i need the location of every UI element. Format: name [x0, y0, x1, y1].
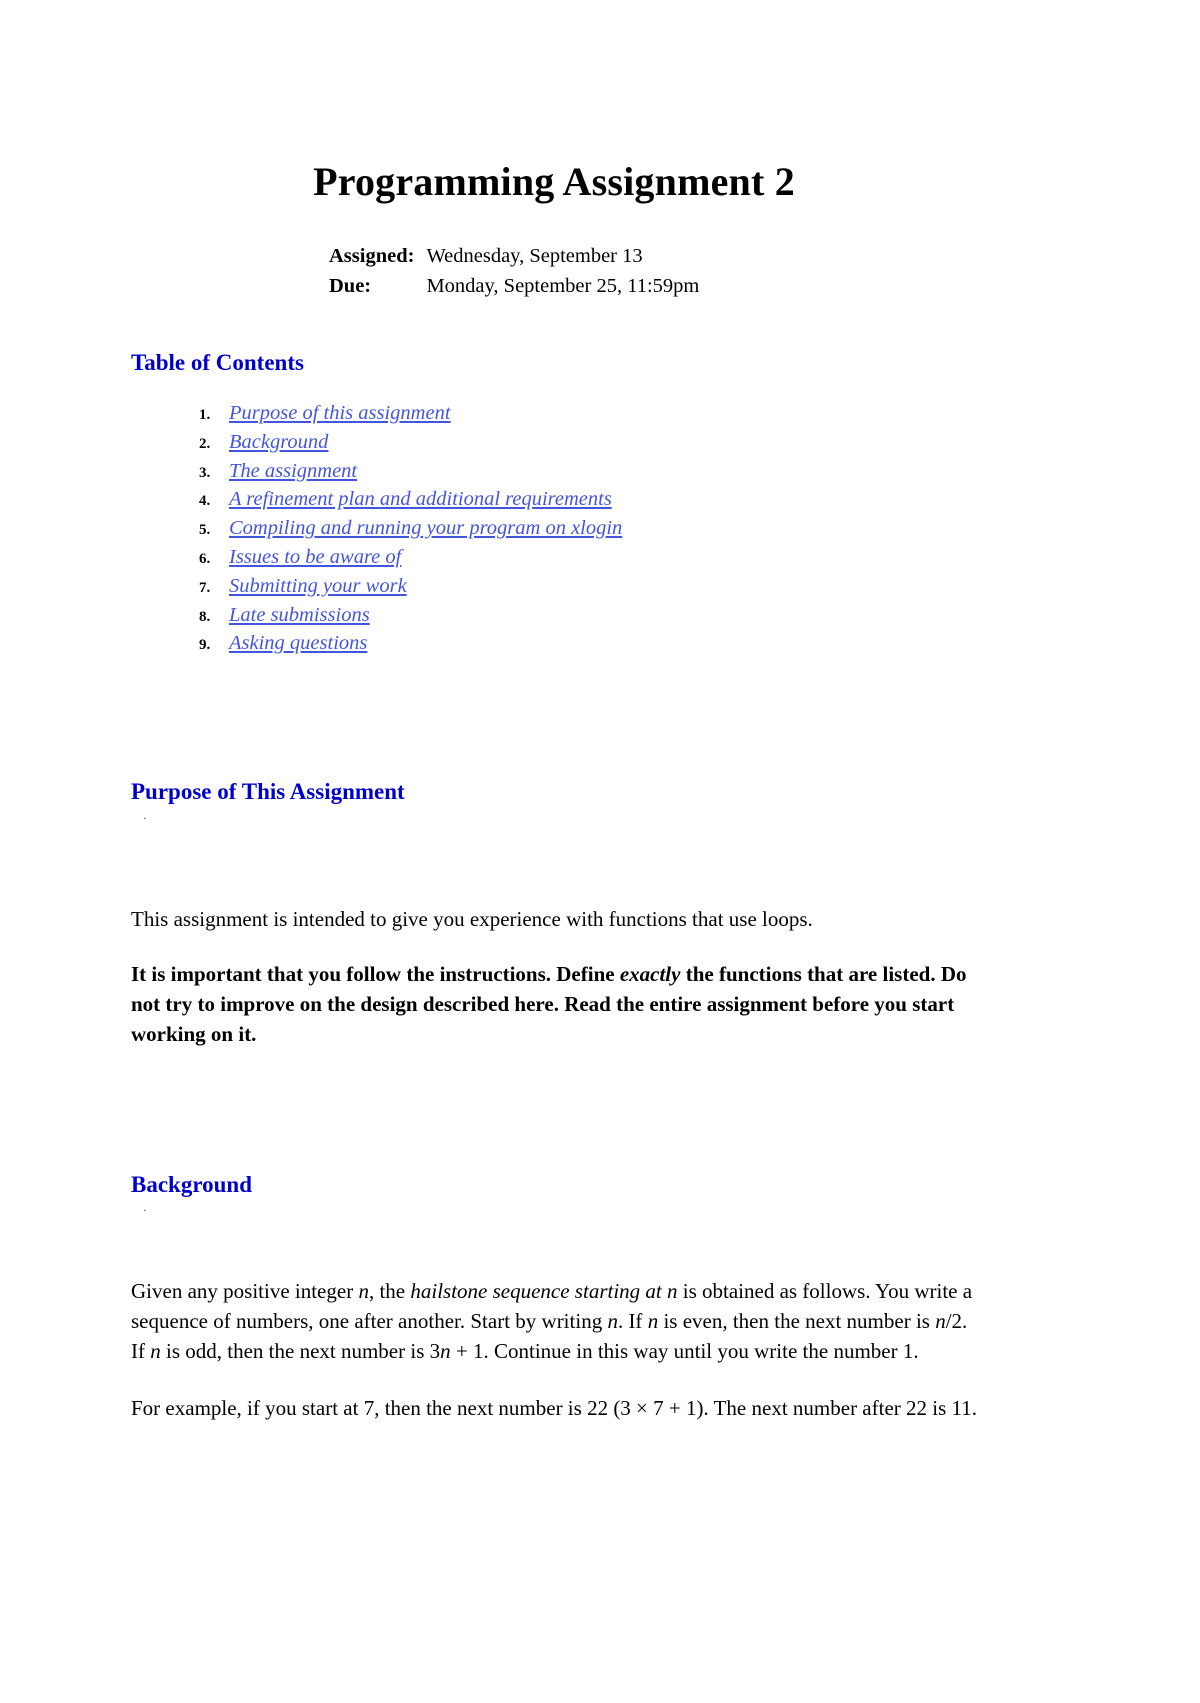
meta-row-assigned: Assigned: Wednesday, September 13	[329, 242, 699, 272]
bg-var-n-5: n	[150, 1339, 161, 1364]
toc-item: Late submissions	[199, 601, 977, 632]
toc-item: Submitting your work	[199, 572, 977, 603]
toc-link-background[interactable]: Background	[229, 431, 328, 453]
bg-var-n-6: n	[440, 1339, 451, 1364]
toc-item: Purpose of this assignment	[199, 399, 977, 430]
toc-item: A refinement plan and additional require…	[199, 485, 977, 516]
bg-seg-5: is even, then the next number is	[658, 1309, 936, 1334]
background-anchor-mark: ·	[143, 1205, 147, 1218]
toc-item: Background	[199, 428, 977, 459]
page-title: Programming Assignment 2	[313, 159, 795, 204]
bg-italic-hailstone: hailstone sequence starting at n	[410, 1279, 678, 1304]
toc-link-the-assignment[interactable]: The assignment	[229, 460, 357, 482]
due-label: Due:	[329, 274, 372, 297]
due-value: Monday, September 25, 11:59pm	[426, 274, 700, 297]
toc-link-late-submissions[interactable]: Late submissions	[229, 604, 370, 626]
table-of-contents-list: Purpose of this assignment Background Th…	[131, 399, 977, 660]
bg-seg-7: is odd, then the next number is 3	[160, 1339, 441, 1364]
toc-link-compiling-running[interactable]: Compiling and running your program on xl…	[229, 517, 622, 539]
purpose-paragraph: This assignment is intended to give you …	[131, 906, 813, 931]
assignment-meta-table: Assigned: Wednesday, September 13 Due: M…	[329, 242, 699, 301]
toc-link-refinement-plan[interactable]: A refinement plan and additional require…	[229, 488, 612, 510]
toc-link-issues[interactable]: Issues to be aware of	[229, 546, 401, 568]
toc-link-asking-questions[interactable]: Asking questions	[229, 632, 367, 654]
document-page: Programming Assignment 2 Assigned: Wedne…	[0, 0, 1200, 1698]
bg-var-n-3: n	[647, 1309, 659, 1334]
assigned-label: Assigned:	[329, 245, 415, 267]
document-content: Programming Assignment 2 Assigned: Wedne…	[131, 0, 977, 1703]
toc-item: Asking questions	[199, 629, 977, 660]
background-paragraph-1: Given any positive integer n, the hailst…	[131, 1224, 977, 1366]
toc-item: The assignment	[199, 457, 977, 488]
table-of-contents-heading: Table of Contents	[131, 350, 304, 376]
bg-seg-1: Given any positive integer	[131, 1279, 359, 1304]
page-bottom-spacer	[131, 1423, 977, 1703]
background-paragraph-2: For example, if you start at 7, then the…	[131, 1396, 977, 1421]
purpose-bold-paragraph: It is important that you follow the inst…	[131, 934, 977, 1049]
purpose-emphasis-exactly: exactly	[619, 961, 681, 986]
bg-var-n-2: n	[607, 1309, 618, 1334]
bg-seg-8: + 1. Continue in this way until you writ…	[450, 1339, 919, 1364]
meta-row-due: Due: Monday, September 25, 11:59pm	[329, 272, 699, 302]
bg-var-n-4: n	[935, 1309, 946, 1334]
purpose-bold-part-1: It is important that you follow the inst…	[131, 961, 620, 986]
toc-item: Issues to be aware of	[199, 543, 977, 574]
background-section-heading: Background	[131, 1171, 253, 1197]
toc-link-purpose[interactable]: Purpose of this assignment	[229, 402, 451, 424]
bg-var-n-1: n	[358, 1279, 369, 1304]
assignment-meta-block: Assigned: Wednesday, September 13 Due: M…	[131, 204, 977, 301]
assigned-value: Wednesday, September 13	[426, 245, 643, 267]
toc-link-submitting[interactable]: Submitting your work	[229, 575, 407, 597]
purpose-anchor-mark: ·	[143, 812, 147, 825]
purpose-section-heading: Purpose of This Assignment	[131, 779, 405, 805]
toc-item: Compiling and running your program on xl…	[199, 514, 977, 545]
bg-seg-4: . If	[617, 1309, 648, 1334]
bg-seg-2: , the	[368, 1279, 411, 1304]
